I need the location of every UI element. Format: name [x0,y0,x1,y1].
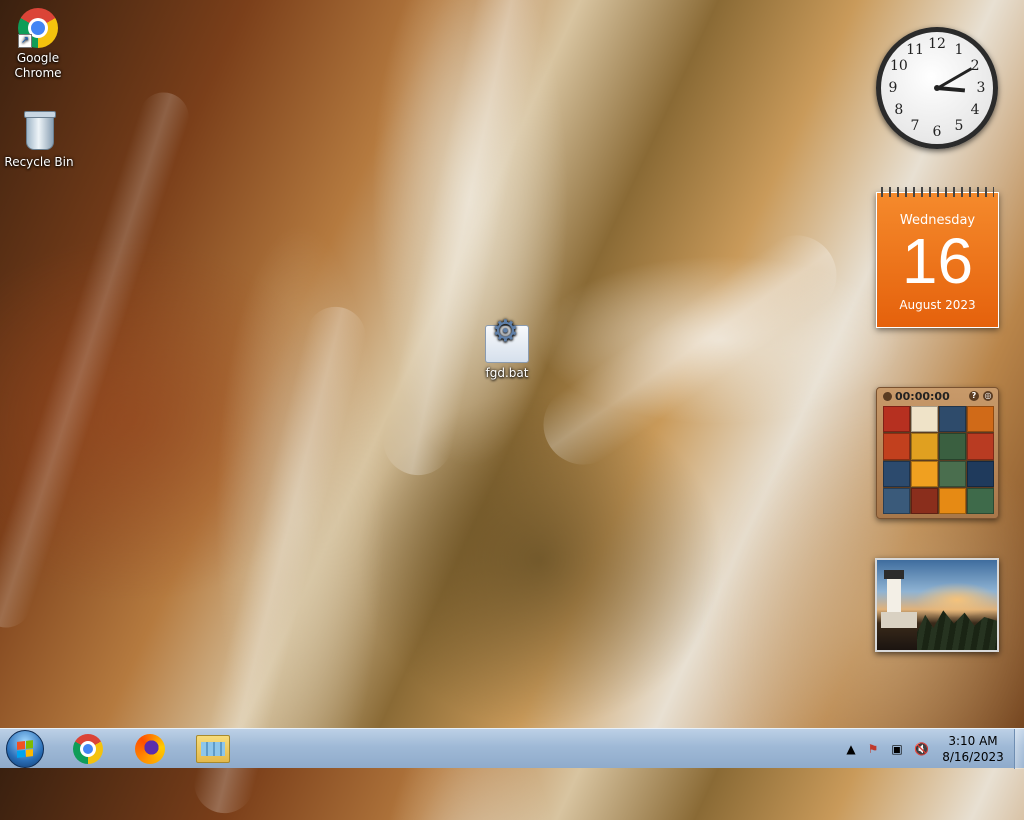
puzzle-tile[interactable] [911,406,938,433]
puzzle-tile[interactable] [883,433,910,460]
show-hidden-icons-icon[interactable]: ▲ [844,742,858,756]
clock-number: 3 [976,80,986,96]
clock-number: 12 [928,36,946,52]
puzzle-tile[interactable] [967,487,994,514]
puzzle-timer: 00:00:00 [895,390,950,403]
desktop-icon-label: Chrome [14,66,62,80]
calendar-rings [881,187,994,197]
help-icon[interactable]: ? [969,391,979,401]
wallpaper-stripe [527,219,853,481]
desktop-icon-fgd-bat[interactable]: fgd.bat [469,324,545,381]
puzzle-tile[interactable] [939,406,966,433]
puzzle-tile[interactable] [911,487,938,514]
taskbar-firefox-button[interactable] [122,731,178,767]
desktop-icon-recycle-bin[interactable]: Recycle Bin [1,111,77,170]
show-desktop-button[interactable] [1014,729,1024,769]
puzzle-tile[interactable] [939,460,966,487]
puzzle-tile[interactable] [911,433,938,460]
calendar-day: 16 [901,225,974,297]
action-center-flag-icon[interactable]: ⚑ [866,742,880,756]
clock-number: 8 [894,102,904,118]
clock-number: 7 [910,118,920,135]
clock-number: 5 [954,118,964,135]
chrome-icon [73,734,103,764]
taskbar-chrome-button[interactable] [60,731,116,767]
clock-hub [934,85,940,91]
desktop-icon-label: fgd.bat [485,366,529,380]
clock-number: 6 [932,124,942,140]
firefox-icon [135,734,165,764]
taskbar-date: 8/16/2023 [942,750,1004,764]
puzzle-tile[interactable] [967,460,994,487]
calendar-month-year: August 2023 [899,298,976,312]
clock-number: 4 [970,102,980,118]
puzzle-tile[interactable] [883,487,910,514]
taskbar-clock[interactable]: 3:10 AM 8/16/2023 [938,733,1008,765]
clock-number: 9 [888,80,898,96]
shortcut-arrow-icon: ↗ [18,34,32,48]
desktop-icon-label: Recycle Bin [4,155,74,169]
desktop-icon-google-chrome[interactable]: ↗ Google Chrome [0,8,76,81]
puzzle-timer-bar: 00:00:00 ? ◎ [877,388,998,405]
clock-number: 11 [906,41,924,58]
puzzle-tile[interactable] [911,460,938,487]
taskbar-file-explorer-button[interactable] [185,731,241,767]
clock-number: 10 [889,58,908,74]
clock-minute-hand [936,66,973,90]
recycle-bin-icon [19,111,59,152]
tree-line [917,610,997,650]
puzzle-tile[interactable] [939,433,966,460]
file-explorer-icon [196,735,230,763]
start-button[interactable] [6,730,44,768]
puzzle-tile[interactable] [883,406,910,433]
taskbar: ▲ ⚑ ▣ 🔇 3:10 AM 8/16/2023 [0,728,1024,769]
clock-gadget[interactable]: 12 1 2 3 4 5 6 7 8 9 10 11 [876,27,998,149]
chrome-icon: ↗ [18,8,58,48]
picture-puzzle-gadget[interactable]: 00:00:00 ? ◎ [876,387,999,519]
volume-muted-icon[interactable]: 🔇 [914,742,929,756]
desktop-icon-label: Google [16,51,60,65]
show-picture-icon[interactable]: ◎ [983,391,993,401]
windows-start-icon [17,740,33,758]
puzzle-tile[interactable] [967,406,994,433]
puzzle-tile[interactable] [939,487,966,514]
batch-file-icon [485,324,529,363]
slideshow-gadget[interactable] [875,558,999,652]
puzzle-grid [883,406,994,514]
puzzle-tile[interactable] [967,433,994,460]
clock-number: 1 [954,41,964,58]
wallpaper-stripe [376,0,554,482]
puzzle-tile[interactable] [883,460,910,487]
taskbar-time: 3:10 AM [948,734,998,748]
network-icon[interactable]: ▣ [890,742,904,756]
lighthouse-house [881,612,917,628]
calendar-gadget[interactable]: Wednesday 16 August 2023 [876,187,999,328]
timer-icon [883,392,892,401]
